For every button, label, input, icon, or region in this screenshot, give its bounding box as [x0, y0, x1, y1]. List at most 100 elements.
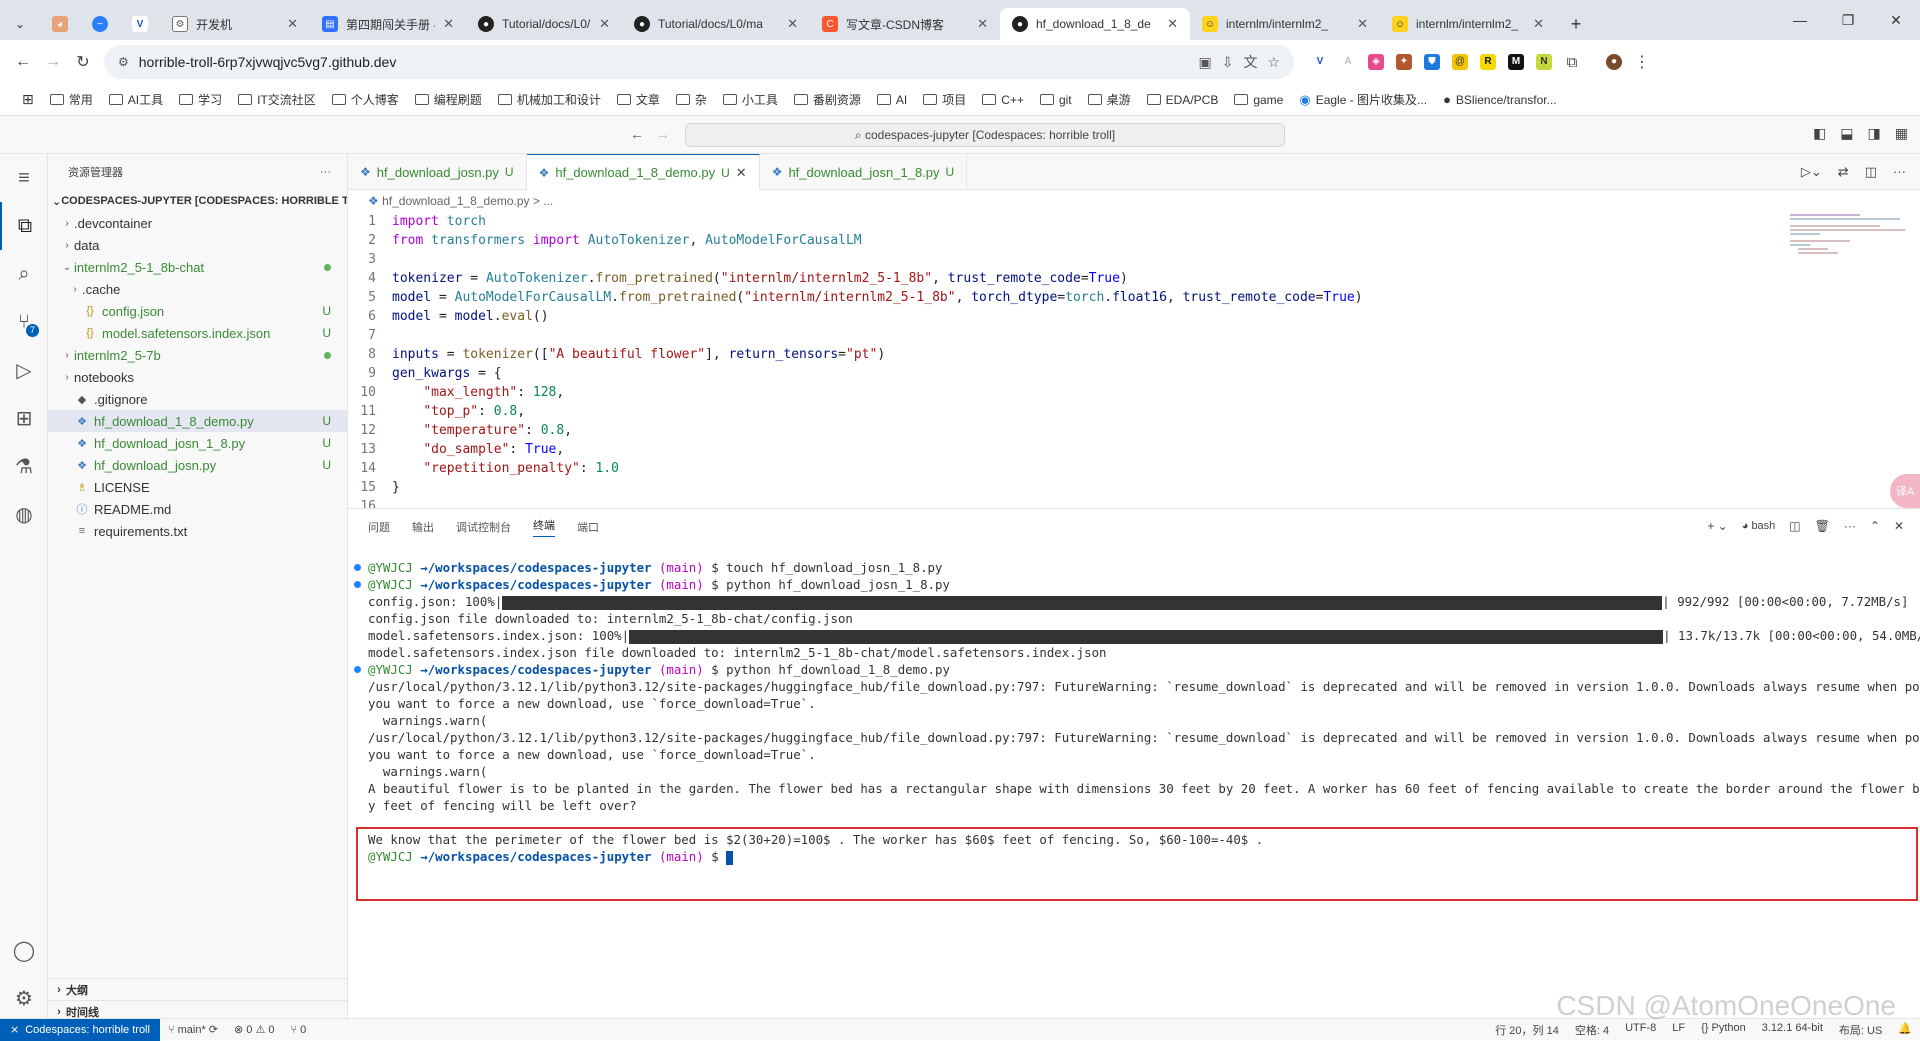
bookmark-folder[interactable]: 番剧资源: [786, 91, 869, 108]
bookmark-folder[interactable]: 小工具: [715, 91, 786, 108]
bookmark-folder[interactable]: C++: [974, 93, 1032, 107]
bookmark-folder[interactable]: EDA/PCB: [1139, 93, 1227, 107]
bookmark-folder[interactable]: git: [1032, 93, 1080, 107]
branch-indicator[interactable]: ⑂ main* ⟳: [160, 1023, 226, 1036]
tab-ports[interactable]: 端口: [577, 519, 599, 535]
manage-gear-icon[interactable]: ⚙: [0, 974, 48, 1022]
workspace-root[interactable]: ⌄ CODESPACES-JUPYTER [CODESPACES: HORRIB…: [48, 190, 347, 212]
reload-icon[interactable]: ↻: [68, 52, 98, 72]
menu-icon[interactable]: ≡: [0, 154, 48, 202]
file-tree-item[interactable]: ❖ hf_download_1_8_demo.py U: [48, 410, 347, 432]
restore-icon[interactable]: ❐: [1824, 0, 1872, 40]
bookmark-folder[interactable]: game: [1226, 93, 1291, 107]
browser-tab-6[interactable]: ● Tutorial/docs/L0/ma ✕: [466, 8, 622, 40]
source-control-icon[interactable]: ⑂ 7: [0, 298, 48, 346]
bookmark-folder[interactable]: IT交流社区: [230, 91, 324, 108]
puzzle-color-extension-icon[interactable]: ✦: [1390, 48, 1418, 76]
split-editor-icon[interactable]: ◫: [1865, 164, 1877, 180]
new-tab-button[interactable]: +: [1556, 8, 1596, 40]
more-actions-icon[interactable]: ···: [1893, 164, 1906, 179]
indentation[interactable]: 空格: 4: [1567, 1022, 1617, 1038]
tab-problems[interactable]: 问题: [368, 519, 390, 535]
file-tree-item[interactable]: ❖ hf_download_josn_1_8.py U: [48, 432, 347, 454]
extensions-icon[interactable]: ⊞: [0, 394, 48, 442]
close-icon[interactable]: ✕: [787, 16, 798, 32]
m-extension-icon[interactable]: M: [1502, 48, 1530, 76]
editor-tab-active[interactable]: ❖ hf_download_1_8_demo.py U ✕: [526, 154, 760, 190]
breadcrumb[interactable]: ❖ hf_download_1_8_demo.py > ...: [348, 190, 1920, 212]
split-terminal-icon[interactable]: ◫: [1789, 519, 1800, 533]
file-tree-item[interactable]: ⌄ internlm2_5-1_8b-chat: [48, 256, 347, 278]
problems-indicator[interactable]: ⊗ 0 ⚠ 0: [226, 1023, 282, 1036]
forward-icon[interactable]: →: [656, 126, 670, 142]
close-window-icon[interactable]: ✕: [1872, 0, 1920, 40]
close-icon[interactable]: ✕: [1533, 16, 1544, 32]
cast-icon[interactable]: ▣: [1198, 54, 1211, 71]
python-interpreter[interactable]: 3.12.1 64-bit: [1754, 1022, 1831, 1038]
bookmark-folder[interactable]: 编程刷题: [407, 91, 490, 108]
browser-tab-4[interactable]: ⚙ 开发机 ✕: [160, 8, 310, 40]
trash-icon[interactable]: 🗑: [1815, 519, 1830, 533]
minimize-icon[interactable]: —: [1776, 0, 1824, 40]
address-bar[interactable]: ⚙ horrible-troll-6rp7xjvwqjvc5vg7.github…: [104, 45, 1294, 79]
toggle-sidebar-icon[interactable]: ◧: [1813, 125, 1826, 142]
new-terminal-icon[interactable]: + ⌄: [1707, 519, 1727, 533]
tab-terminal[interactable]: 终端: [533, 517, 555, 537]
file-tree-item[interactable]: › .devcontainer: [48, 212, 347, 234]
terminal[interactable]: @YWJCJ →/workspaces/codespaces-jupyter (…: [348, 559, 1920, 1019]
bookmark-folder[interactable]: 桌游: [1080, 91, 1139, 108]
close-panel-icon[interactable]: ✕: [1894, 519, 1904, 533]
file-tree-item[interactable]: ❖ hf_download_josn.py U: [48, 454, 347, 476]
outline-section[interactable]: › 大纲: [48, 978, 347, 1000]
remote-indicator[interactable]: ⨯ Codespaces: horrible troll: [0, 1018, 160, 1041]
keyboard-layout[interactable]: 布局: US: [1831, 1022, 1890, 1038]
toggle-secondary-sidebar-icon[interactable]: ◨: [1868, 125, 1881, 142]
back-icon[interactable]: ←: [8, 53, 38, 71]
apps-grid-icon[interactable]: ⊞: [14, 91, 42, 108]
extensions-puzzle-icon[interactable]: ⧉: [1558, 48, 1586, 76]
file-tree-item[interactable]: ≡ requirements.txt: [48, 520, 347, 542]
install-icon[interactable]: ⇩: [1222, 54, 1234, 71]
translate-float-button[interactable]: 译A: [1890, 474, 1920, 508]
site-info-icon[interactable]: ⚙: [118, 55, 129, 69]
v-extension-icon[interactable]: V: [1306, 48, 1334, 76]
close-icon[interactable]: ✕: [736, 165, 747, 181]
maximize-panel-icon[interactable]: ⌃: [1870, 519, 1880, 533]
testing-icon[interactable]: ⚗: [0, 442, 48, 490]
end-of-line[interactable]: LF: [1664, 1022, 1693, 1038]
browser-tab-8[interactable]: C 写文章-CSDN博客 ✕: [810, 8, 1000, 40]
bookmark-folder[interactable]: 文章: [609, 91, 668, 108]
bookmark-link[interactable]: ◉ Eagle - 图片收集及...: [1291, 91, 1435, 108]
bookmark-folder[interactable]: 杂: [668, 91, 715, 108]
browser-tab-5[interactable]: ▤ 第四期闯关手册 - 飞书 ✕: [310, 8, 466, 40]
file-tree-item[interactable]: ◆ .gitignore: [48, 388, 347, 410]
bookmark-folder[interactable]: 项目: [915, 91, 974, 108]
language-mode[interactable]: {} Python: [1693, 1022, 1754, 1038]
r-extension-icon[interactable]: R: [1474, 48, 1502, 76]
file-tree-item[interactable]: {} config.json U: [48, 300, 347, 322]
back-icon[interactable]: ←: [630, 126, 644, 142]
editor-tab[interactable]: ❖ hf_download_josn.py U: [348, 154, 527, 190]
run-debug-icon[interactable]: ▷: [0, 346, 48, 394]
terminal-shell[interactable]: ◕ bash: [1742, 520, 1776, 532]
file-tree-item[interactable]: › notebooks: [48, 366, 347, 388]
browser-tab-11[interactable]: ☺ internlm/internlm2_ ✕: [1380, 8, 1556, 40]
url-text[interactable]: horrible-troll-6rp7xjvwqjvc5vg7.github.d…: [139, 54, 1189, 70]
tab-search-button[interactable]: ⌄: [0, 8, 40, 40]
file-tree-item[interactable]: › .cache: [48, 278, 347, 300]
search-icon[interactable]: ⌕: [0, 250, 48, 298]
avatar[interactable]: ●: [1600, 48, 1628, 76]
close-icon[interactable]: ✕: [1167, 16, 1178, 32]
at-extension-icon[interactable]: @: [1446, 48, 1474, 76]
browser-tab-active[interactable]: ● hf_download_1_8_de ✕: [1000, 8, 1190, 40]
run-python-icon[interactable]: ▷⌄: [1801, 164, 1822, 180]
close-icon[interactable]: ✕: [977, 16, 988, 32]
bookmark-folder[interactable]: 学习: [171, 91, 230, 108]
star-icon[interactable]: ☆: [1267, 54, 1280, 71]
encoding[interactable]: UTF-8: [1617, 1022, 1664, 1038]
toggle-panel-icon[interactable]: ⬓: [1840, 125, 1853, 142]
notifications-icon[interactable]: 🔔: [1890, 1022, 1920, 1038]
file-tree-item[interactable]: {} model.safetensors.index.json U: [48, 322, 347, 344]
close-icon[interactable]: ✕: [287, 16, 298, 32]
tab-debug-console[interactable]: 调试控制台: [456, 519, 511, 535]
